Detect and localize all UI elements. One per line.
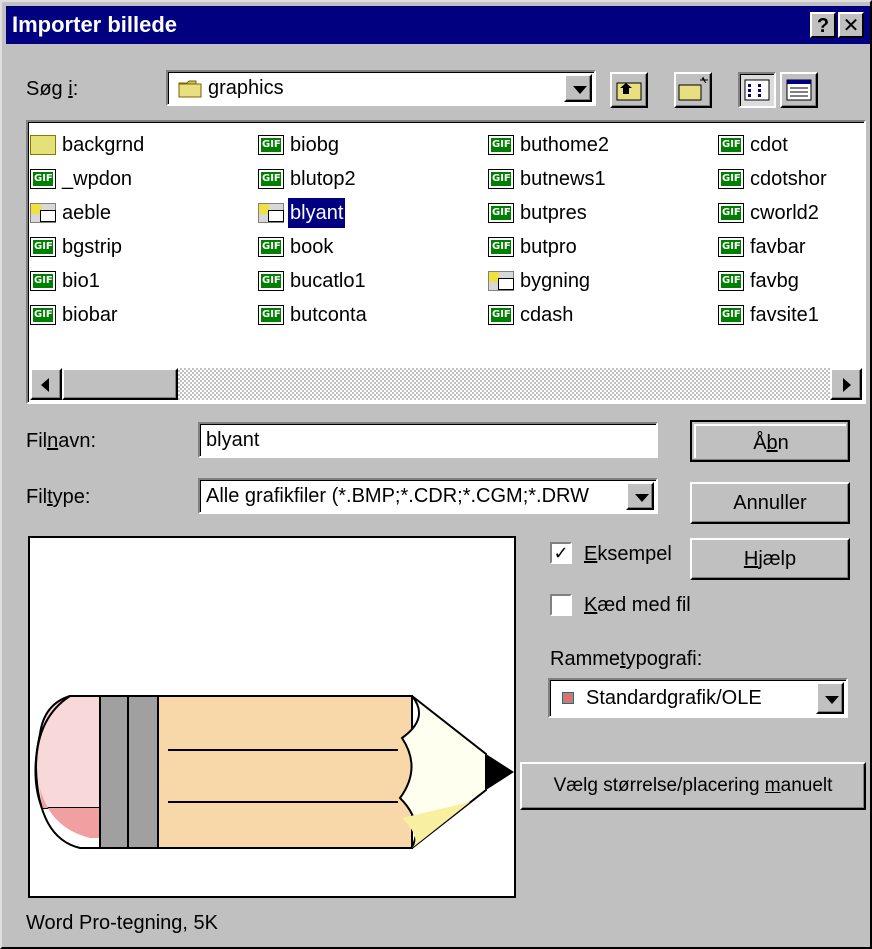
new-folder-button[interactable] [674, 72, 712, 108]
cancel-button[interactable]: Annuller [690, 482, 850, 524]
new-folder-icon [678, 76, 708, 101]
import-picture-dialog: Importer billede ? ✕ Søg i: graphics bac… [0, 0, 872, 949]
details-view-icon [786, 79, 812, 101]
gif-file-icon [488, 135, 514, 155]
details-view-button[interactable] [780, 72, 818, 108]
gif-file-icon [488, 203, 514, 223]
image-file-icon [258, 203, 284, 223]
up-one-level-button[interactable] [610, 72, 648, 108]
file-name: bygning [520, 270, 591, 292]
folder-icon [30, 135, 56, 155]
link-to-file-label[interactable]: Kæd med fil [584, 594, 691, 617]
look-in-dropdown-button[interactable] [564, 74, 592, 102]
help-icon[interactable]: ? [810, 12, 836, 38]
file-name: butpro [520, 236, 577, 258]
manual-size-placement-button[interactable]: Vælg størrelse/placering manuelt [520, 762, 866, 810]
file-name: cdotshor [750, 168, 827, 190]
gif-file-icon [30, 271, 56, 291]
gif-file-icon [30, 237, 56, 257]
help-button[interactable]: Hjælp [690, 538, 850, 580]
gif-file-icon [488, 237, 514, 257]
link-to-file-checkbox[interactable] [550, 594, 572, 616]
gif-file-icon [718, 135, 744, 155]
file-name: bio1 [62, 270, 100, 292]
filetype-value: Alle grafikfiler (*.BMP;*.CDR;*.CGM;*.DR… [206, 485, 590, 507]
up-one-level-icon [616, 82, 642, 101]
frame-style-label: Rammetypografi: [550, 648, 703, 670]
file-list[interactable]: backgrnd _wpdonaeble bgstrip bio1 biobar biob… [26, 120, 866, 404]
close-icon[interactable]: ✕ [838, 12, 864, 38]
look-in-value: graphics [208, 77, 284, 99]
file-name: blutop2 [290, 168, 356, 190]
scroll-thumb[interactable] [62, 368, 178, 400]
gif-file-icon [718, 203, 744, 223]
gif-file-icon [258, 305, 284, 325]
file-name: _wpdon [62, 168, 133, 190]
filename-input[interactable]: blyant [198, 422, 658, 458]
chevron-right-icon [843, 378, 851, 392]
gif-file-icon [718, 305, 744, 325]
gif-file-icon [718, 237, 744, 257]
file-name: favsite1 [750, 304, 819, 326]
gif-file-icon [718, 169, 744, 189]
file-name: favbar [750, 236, 806, 258]
gif-file-icon [30, 169, 56, 189]
chevron-down-icon [825, 696, 839, 704]
open-button[interactable]: Åbn [690, 420, 850, 462]
file-name: butnews1 [520, 168, 606, 190]
gif-file-icon [488, 169, 514, 189]
file-name: butconta [290, 304, 367, 326]
file-name: blyant [286, 197, 347, 229]
filename-label: Filnavn: [26, 430, 97, 452]
file-info-status: Word Pro-tegning, 5K [26, 912, 218, 934]
preview-checkbox-label[interactable]: Eksempel [584, 543, 672, 566]
frame-style-value: Standardgrafik/OLE [586, 687, 762, 709]
file-name: biobar [62, 304, 118, 326]
preview-pane [28, 536, 516, 898]
frame-style-swatch-icon [562, 692, 574, 704]
gif-file-icon [258, 169, 284, 189]
image-file-icon [488, 271, 514, 291]
file-name: cdot [750, 134, 788, 156]
folder-icon [178, 80, 202, 98]
file-name: bgstrip [62, 236, 123, 258]
file-name: butpres [520, 202, 587, 224]
gif-file-icon [258, 271, 284, 291]
file-name: aeble [62, 202, 111, 224]
image-file-icon [30, 203, 56, 223]
list-view-icon [744, 79, 770, 101]
file-name: book [290, 236, 334, 258]
frame-style-dropdown-button[interactable] [816, 682, 844, 714]
horizontal-scrollbar[interactable] [30, 368, 862, 400]
chevron-left-icon [41, 378, 49, 392]
gif-file-icon [258, 237, 284, 257]
dialog-title: Importer billede [12, 12, 178, 37]
filetype-combobox[interactable]: Alle grafikfiler (*.BMP;*.CDR;*.CGM;*.DR… [198, 478, 658, 514]
list-view-button[interactable] [738, 72, 776, 108]
title-bar[interactable]: Importer billede [6, 6, 870, 44]
look-in-combobox[interactable]: graphics [166, 70, 596, 106]
gif-file-icon [718, 271, 744, 291]
file-name: biobg [290, 134, 339, 156]
preview-checkbox[interactable]: ✓ [550, 542, 572, 564]
file-name: cdash [520, 304, 574, 326]
gif-file-icon [258, 135, 284, 155]
gif-file-icon [30, 305, 56, 325]
filetype-dropdown-button[interactable] [626, 482, 654, 510]
look-in-label: Søg i: [26, 78, 79, 100]
frame-style-combobox[interactable]: Standardgrafik/OLE [548, 678, 848, 718]
file-name: buthome2 [520, 134, 609, 156]
gif-file-icon [488, 305, 514, 325]
scroll-left-button[interactable] [30, 368, 62, 400]
file-name: favbg [750, 270, 799, 292]
scroll-right-button[interactable] [830, 368, 862, 400]
chevron-down-icon [573, 86, 587, 94]
filetype-label: Filtype: [26, 486, 91, 508]
file-name: backgrnd [62, 134, 145, 156]
chevron-down-icon [635, 494, 649, 502]
file-name: cworld2 [750, 202, 819, 224]
file-name: bucatlo1 [290, 270, 366, 292]
pencil-image [34, 695, 514, 849]
